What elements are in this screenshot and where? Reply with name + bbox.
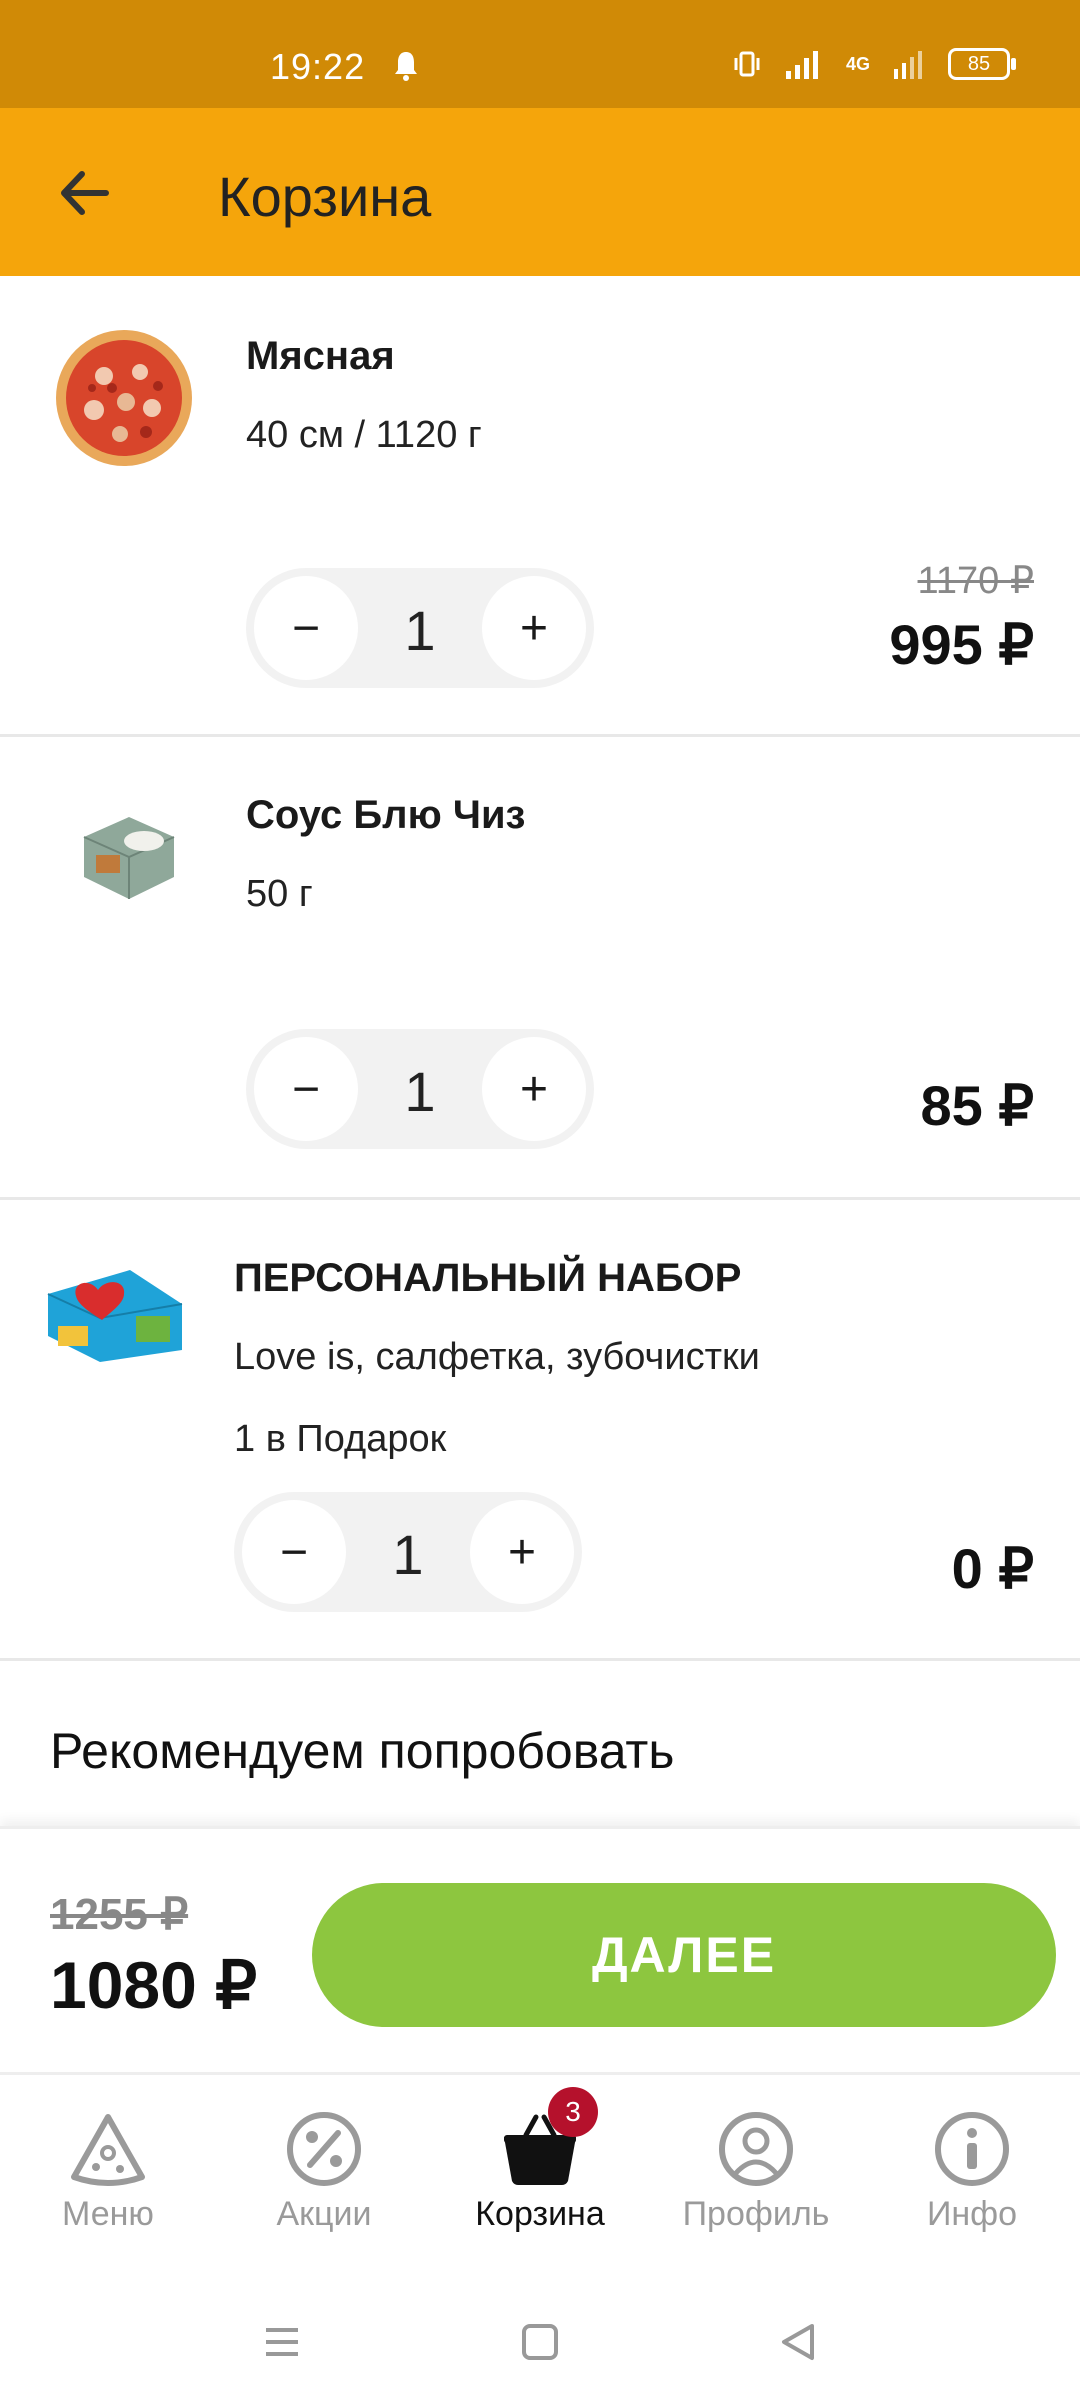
back-triangle-icon[interactable] xyxy=(768,2312,828,2372)
old-price: 1170 ₽ xyxy=(917,560,1034,602)
old-total-price: 1255 ₽ xyxy=(50,1890,189,1939)
nav-label: Корзина xyxy=(475,2195,605,2233)
nav-item-promotions[interactable]: Акции xyxy=(216,2109,432,2259)
nav-label: Меню xyxy=(62,2195,154,2233)
bottom-navigation: Меню Акции 3 Корзина Профиль Инфо xyxy=(0,2072,1080,2275)
increase-button[interactable]: + xyxy=(470,1500,574,1604)
recommend-heading: Рекомендуем попробовать xyxy=(50,1723,675,1779)
nav-item-cart[interactable]: 3 Корзина xyxy=(432,2087,648,2259)
plus-icon: + xyxy=(507,1525,537,1579)
cart-item: Мясная 40 см / 1120 г − 1 + 1170 ₽ 995 ₽ xyxy=(0,276,1080,737)
system-navigation xyxy=(0,2272,1080,2400)
status-icons: 4G 85 xyxy=(732,48,1016,80)
cart-count-badge: 3 xyxy=(548,2087,598,2137)
nav-item-profile[interactable]: Профиль xyxy=(648,2109,864,2259)
nav-label: Профиль xyxy=(682,2195,830,2233)
sauce-image xyxy=(83,817,175,899)
home-icon[interactable] xyxy=(510,2312,570,2372)
plus-icon: + xyxy=(519,601,549,655)
item-price: 85 ₽ xyxy=(920,1074,1034,1137)
item-price: 995 ₽ xyxy=(889,613,1034,676)
pizza-image xyxy=(56,330,192,466)
quantity-stepper: − 1 + xyxy=(246,1029,594,1149)
cart-item: ПЕРСОНАЛЬНЫЙ НАБОР Love is, салфетка, зу… xyxy=(0,1200,1080,1661)
nav-item-info[interactable]: Инфо xyxy=(864,2109,1080,2259)
cart-item: Соус Блю Чиз 50 г − 1 + 85 ₽ xyxy=(0,737,1080,1200)
checkout-bar: 1255 ₽ 1080 ₽ ДАЛЕЕ xyxy=(0,1826,1080,2075)
cart-icon-wrap: 3 xyxy=(500,2087,598,2189)
info-icon xyxy=(935,2112,1009,2186)
increase-button[interactable]: + xyxy=(482,576,586,680)
quantity-stepper: − 1 + xyxy=(246,568,594,688)
nav-label: Акции xyxy=(276,2195,372,2233)
vibrate-icon xyxy=(734,51,760,77)
recent-apps-icon[interactable] xyxy=(252,2312,312,2372)
next-button[interactable]: ДАЛЕЕ xyxy=(312,1883,1056,2027)
item-name: ПЕРСОНАЛЬНЫЙ НАБОР xyxy=(234,1256,742,1300)
item-description: 40 см / 1120 г xyxy=(246,414,482,456)
quantity-stepper: − 1 + xyxy=(234,1492,582,1612)
item-name: Мясная xyxy=(246,334,395,378)
status-bar: 19:22 4G 85 xyxy=(0,0,1080,108)
page-title: Корзина xyxy=(218,165,432,228)
gift-note: 1 в Подарок xyxy=(234,1418,447,1460)
signal-icon xyxy=(785,51,818,79)
back-arrow-icon[interactable] xyxy=(50,158,120,228)
item-description: Love is, салфетка, зубочистки xyxy=(234,1336,760,1378)
app-bar: Корзина xyxy=(0,108,1080,276)
nav-item-menu[interactable]: Меню xyxy=(0,2109,216,2259)
item-price: 0 ₽ xyxy=(951,1537,1034,1600)
item-name: Соус Блю Чиз xyxy=(246,793,526,837)
total-price: 1080 ₽ xyxy=(50,1948,258,2022)
gift-set-image xyxy=(42,1264,192,1364)
signal-2-icon xyxy=(894,51,922,79)
battery-indicator: 85 xyxy=(948,48,1016,80)
network-type: 4G xyxy=(845,53,870,74)
item-description: 50 г xyxy=(246,873,313,915)
nav-label: Инфо xyxy=(926,2195,1018,2233)
percent-icon xyxy=(287,2112,361,2186)
pizza-slice-icon xyxy=(71,2114,145,2186)
notification-bell-icon xyxy=(395,52,417,81)
increase-button[interactable]: + xyxy=(482,1037,586,1141)
profile-icon xyxy=(719,2112,793,2186)
plus-icon: + xyxy=(519,1062,549,1116)
status-time: 19:22 xyxy=(270,46,366,87)
